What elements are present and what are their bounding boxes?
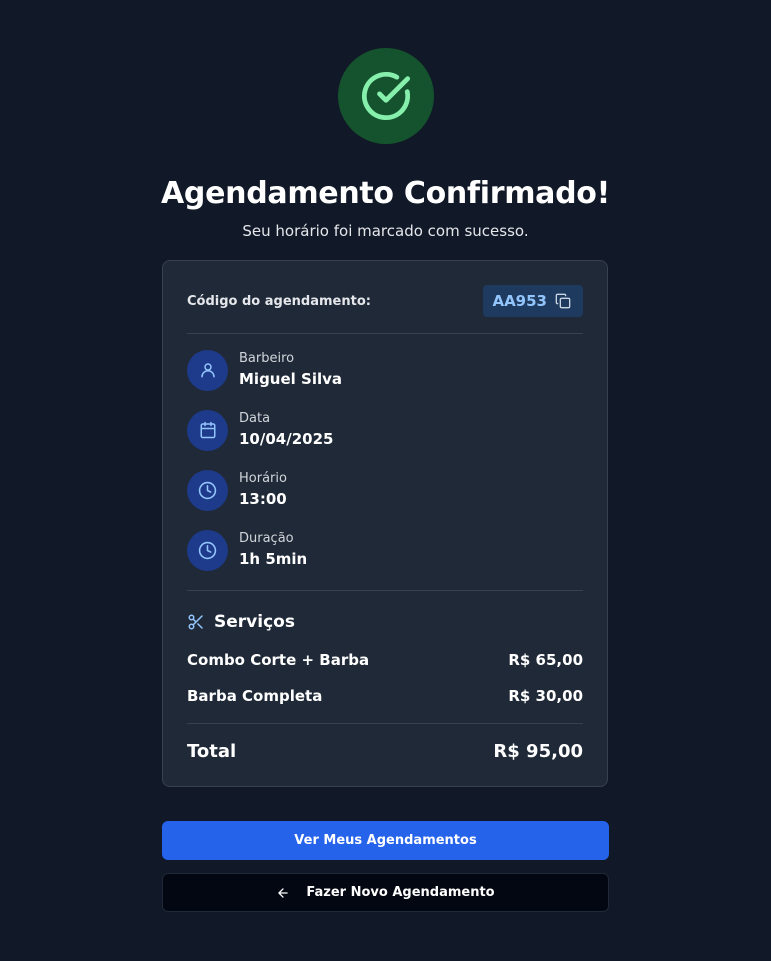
page-title: Agendamento Confirmado!	[161, 176, 610, 211]
detail-value: 13:00	[239, 490, 287, 508]
service-item: Barba Completa R$ 30,00	[187, 685, 583, 707]
detail-icon-badge	[187, 409, 228, 451]
view-appointments-label: Ver Meus Agendamentos	[294, 833, 477, 848]
detail-value: Miguel Silva	[239, 370, 343, 388]
user-icon	[200, 363, 215, 378]
booking-code-row: Código do agendamento: AA953	[187, 285, 583, 317]
divider	[187, 333, 583, 334]
copy-code-button[interactable]: AA953	[483, 285, 583, 317]
detail-date: Data 10/04/2025	[187, 409, 583, 451]
service-price: R$ 30,00	[508, 687, 583, 705]
service-name: Barba Completa	[187, 687, 323, 705]
copy-icon	[555, 293, 571, 309]
booking-confirmation-page: Agendamento Confirmado! Seu horário foi …	[0, 0, 771, 961]
detail-label: Barbeiro	[239, 351, 295, 366]
detail-label: Duração	[239, 531, 294, 546]
total-label: Total	[187, 740, 237, 762]
detail-label: Data	[239, 411, 271, 426]
service-name: Combo Corte + Barba	[187, 651, 370, 669]
divider	[187, 590, 583, 591]
detail-duration: Duração 1h 5min	[187, 529, 583, 571]
detail-label: Horário	[239, 471, 287, 486]
arrow-left-icon	[278, 887, 289, 898]
calendar-icon	[200, 421, 215, 439]
total-value: R$ 95,00	[493, 740, 583, 762]
check-circle-icon	[361, 71, 411, 121]
new-appointment-button[interactable]: Fazer Novo Agendamento	[162, 873, 609, 912]
page-subtitle: Seu horário foi marcado com sucesso.	[242, 222, 529, 240]
detail-barber: Barbeiro Miguel Silva	[187, 349, 583, 391]
divider	[187, 723, 583, 724]
booking-code-value: AA953	[492, 292, 547, 310]
view-appointments-button[interactable]: Ver Meus Agendamentos	[162, 821, 609, 860]
service-item: Combo Corte + Barba R$ 65,00	[187, 649, 583, 671]
booking-code-label: Código do agendamento:	[187, 293, 371, 309]
new-appointment-label: Fazer Novo Agendamento	[306, 885, 495, 900]
detail-icon-badge	[187, 349, 228, 391]
services-title: Serviços	[214, 612, 295, 632]
success-badge	[338, 48, 434, 144]
scissors-icon	[188, 614, 203, 630]
services-header: Serviços	[187, 610, 295, 634]
clock-icon	[198, 481, 217, 499]
booking-summary-card: Código do agendamento: AA953 Barbeiro Mi…	[162, 260, 608, 787]
detail-time: Horário 13:00	[187, 469, 583, 511]
total-row: Total R$ 95,00	[187, 737, 583, 765]
detail-icon-badge	[187, 529, 228, 571]
detail-icon-badge	[187, 469, 228, 511]
clock-icon	[198, 541, 217, 559]
detail-value: 1h 5min	[239, 550, 308, 568]
detail-value: 10/04/2025	[239, 430, 334, 448]
service-price: R$ 65,00	[508, 651, 583, 669]
